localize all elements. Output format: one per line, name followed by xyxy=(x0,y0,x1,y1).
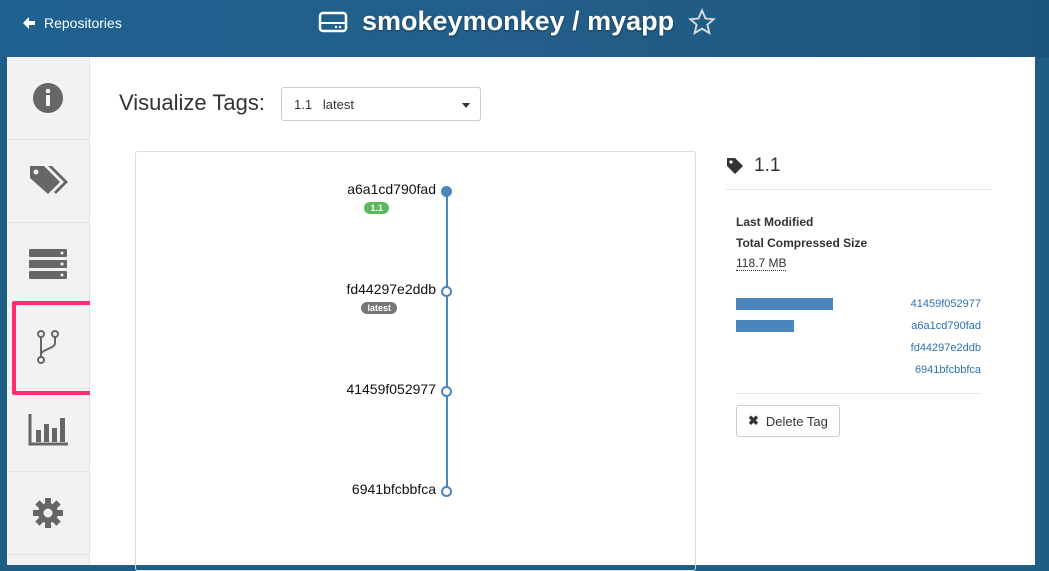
delete-tag-button[interactable]: ✖ Delete Tag xyxy=(736,405,840,437)
info-icon xyxy=(33,83,63,113)
caret-down-icon xyxy=(462,103,470,112)
last-modified-label: Last Modified xyxy=(736,215,814,229)
tag-title: 1.1 xyxy=(754,155,781,176)
layer-link[interactable]: fd44297e2ddb xyxy=(911,342,981,354)
sidebar-item-visualize-tags[interactable] xyxy=(7,306,89,389)
repo-header: Repositories smokeymonkey / myapp xyxy=(0,0,1049,57)
tag-badge[interactable]: latest xyxy=(361,302,397,314)
layer-size-bar xyxy=(736,320,795,332)
gear-icon xyxy=(33,498,63,528)
commit-node[interactable] xyxy=(441,286,452,297)
code-fork-icon xyxy=(37,330,59,364)
layer-link[interactable]: a6a1cd790fad xyxy=(911,320,981,332)
sidebar-item-tags[interactable] xyxy=(7,140,89,223)
layer-row: a6a1cd790fad xyxy=(736,315,981,337)
graph-line xyxy=(446,192,448,492)
sidebar-item-usage[interactable] xyxy=(7,389,89,472)
visualize-tags-label: Visualize Tags: xyxy=(119,90,265,115)
commit-node[interactable] xyxy=(441,386,452,397)
tag-details: 1.1 Last Modified Total Compressed Size … xyxy=(726,151,991,437)
size-value: 118.7 MB xyxy=(736,256,787,271)
commit-id[interactable]: 6941bfcbbfca xyxy=(352,481,436,497)
server-drive-icon xyxy=(318,11,348,32)
sidebar-item-settings[interactable] xyxy=(7,472,89,555)
tag-graph: a6a1cd790fad 1.1 fd44297e2ddb latest 41459… xyxy=(135,151,696,571)
tag-badge[interactable]: 1.1 xyxy=(364,202,389,214)
main-panel: Visualize Tags: 1.1 latest a6a1cd790fad 1… xyxy=(90,57,1035,571)
size-label: Total Compressed Size xyxy=(736,236,868,250)
commit-id[interactable]: fd44297e2ddb xyxy=(346,281,436,297)
tags-icon xyxy=(30,166,68,194)
layer-row: fd44297e2ddb xyxy=(736,337,981,359)
sidebar-item-info[interactable] xyxy=(7,57,89,140)
sidebar-item-layers[interactable] xyxy=(7,223,89,306)
commit-node[interactable] xyxy=(441,486,452,497)
back-to-repositories-link[interactable]: Repositories xyxy=(22,15,122,31)
tag-select[interactable]: 1.1 latest xyxy=(281,87,481,121)
commit-id[interactable]: a6a1cd790fad xyxy=(347,181,436,197)
layer-row: 6941bfcbbfca xyxy=(736,359,981,381)
layer-size-bar xyxy=(736,298,833,310)
close-icon: ✖ xyxy=(748,413,759,428)
layers-icon xyxy=(29,249,67,279)
layer-link[interactable]: 41459f052977 xyxy=(911,298,981,310)
layer-link[interactable]: 6941bfcbbfca xyxy=(915,364,981,376)
tag-icon xyxy=(727,158,743,174)
commit-node[interactable] xyxy=(441,186,452,197)
bar-chart-icon xyxy=(28,414,68,446)
page-title: smokeymonkey / myapp xyxy=(362,6,675,36)
layer-row: 41459f052977 xyxy=(736,293,981,315)
arrow-left-icon xyxy=(23,17,35,29)
commit-id[interactable]: 41459f052977 xyxy=(346,381,436,397)
sidebar xyxy=(7,57,90,565)
star-icon[interactable] xyxy=(688,7,717,36)
